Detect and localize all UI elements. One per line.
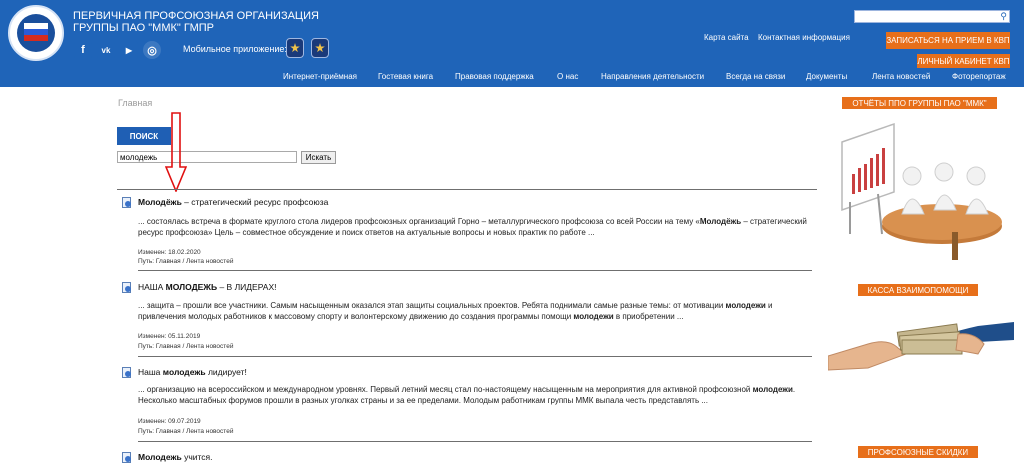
site-header: ПЕРВИЧНАЯ ПРОФСОЮЗНАЯ ОРГАНИЗАЦИЯ ГРУППЫ… <box>0 0 1024 87</box>
result-title-link[interactable]: Молодежь учится. <box>138 452 213 462</box>
nav-legal-support[interactable]: Правовая поддержка <box>455 72 534 81</box>
result-snippet: ... состоялась встреча в формате круглог… <box>138 217 807 237</box>
results-top-divider <box>117 189 817 190</box>
breadcrumb[interactable]: Главная <box>118 98 152 108</box>
nav-internet-reception[interactable]: Интернет-приёмная <box>283 72 357 81</box>
nav-guestbook[interactable]: Гостевая книга <box>378 72 433 81</box>
result-path[interactable]: Путь: Главная / Лента новостей <box>138 257 233 266</box>
nav-news-feed[interactable]: Лента новостей <box>872 72 930 81</box>
search-result-item: Наша молодежь лидирует! ... организацию … <box>121 367 821 439</box>
mobile-app-label: Мобильное приложение: <box>183 44 287 54</box>
youtube-icon[interactable]: ▶ <box>120 41 138 59</box>
search-result-item: Молодежь учится. <box>121 452 821 468</box>
document-icon <box>121 452 131 463</box>
star-icon <box>290 43 300 53</box>
reports-banner-label[interactable]: ОТЧЁТЫ ППО ГРУППЫ ПАО "ММК" <box>842 97 997 109</box>
result-divider <box>138 441 812 442</box>
search-heading-button[interactable]: ПОИСК <box>117 127 171 145</box>
org-title[interactable]: ПЕРВИЧНАЯ ПРОФСОЮЗНАЯ ОРГАНИЗАЦИЯ ГРУППЫ… <box>73 10 319 34</box>
result-divider <box>138 270 812 271</box>
org-title-line2: ГРУППЫ ПАО "ММК" ГМПР <box>73 22 214 34</box>
result-title-link[interactable]: Молодёжь – стратегический ресурс профсою… <box>138 197 328 207</box>
search-submit-button[interactable]: Искать <box>301 151 336 164</box>
result-changed-date: Изменен: 18.02.2020 <box>138 249 201 256</box>
appointment-button[interactable]: ЗАПИСАТЬСЯ НА ПРИЕМ В КВП <box>886 32 1010 49</box>
result-path[interactable]: Путь: Главная / Лента новостей <box>138 342 233 351</box>
mobile-app-icon-ios[interactable] <box>311 38 329 58</box>
discounts-banner-label[interactable]: ПРОФСОЮЗНЫЕ СКИДКИ <box>858 446 978 458</box>
union-logo[interactable] <box>8 5 64 61</box>
instagram-icon[interactable]: ◎ <box>143 41 161 59</box>
contacts-link[interactable]: Контактная информация <box>758 33 850 42</box>
result-title-link[interactable]: НАША МОЛОДЕЖЬ – В ЛИДЕРАХ! <box>138 282 277 292</box>
document-icon <box>121 282 131 293</box>
search-icon[interactable]: ⚲ <box>1000 11 1007 22</box>
result-divider <box>138 356 812 357</box>
kassa-banner-label[interactable]: КАССА ВЗАИМОПОМОЩИ <box>858 284 978 296</box>
mobile-app-icon-android[interactable] <box>286 38 304 58</box>
nav-about[interactable]: О нас <box>557 72 578 81</box>
nav-documents[interactable]: Документы <box>806 72 847 81</box>
nav-directions[interactable]: Направления деятельности <box>601 72 704 81</box>
site-search-input[interactable]: ⚲ <box>854 10 1010 23</box>
result-snippet: ... защита – прошли все участники. Самым… <box>138 301 773 321</box>
search-result-item: НАША МОЛОДЕЖЬ – В ЛИДЕРАХ! ... защита – … <box>121 282 821 354</box>
star-icon <box>315 43 325 53</box>
logo-flag <box>24 23 48 41</box>
result-changed-date: Изменен: 09.07.2019 <box>138 418 201 425</box>
nav-always-online[interactable]: Всегда на связи <box>726 72 785 81</box>
search-result-item: Молодёжь – стратегический ресурс профсою… <box>121 197 821 267</box>
reports-illustration[interactable] <box>832 114 1012 264</box>
money-handshake-illustration[interactable] <box>828 304 1014 374</box>
org-title-line1: ПЕРВИЧНАЯ ПРОФСОЮЗНАЯ ОРГАНИЗАЦИЯ <box>73 10 319 22</box>
red-arrow-annotation <box>165 112 187 192</box>
facebook-icon[interactable]: f <box>74 41 92 59</box>
document-icon <box>121 367 131 378</box>
vk-icon[interactable]: vk <box>97 41 115 59</box>
document-icon <box>121 197 131 208</box>
cabinet-button[interactable]: ЛИЧНЫЙ КАБИНЕТ КВП <box>917 54 1010 68</box>
result-changed-date: Изменен: 05.11.2019 <box>138 333 201 340</box>
nav-photo-report[interactable]: Фоторепортаж <box>952 72 1006 81</box>
result-title-link[interactable]: Наша молодежь лидирует! <box>138 367 247 377</box>
search-query-input[interactable] <box>117 151 297 163</box>
result-path[interactable]: Путь: Главная / Лента новостей <box>138 427 233 436</box>
sitemap-link[interactable]: Карта сайта <box>704 33 749 42</box>
result-snippet: ... организацию на всероссийском и между… <box>138 385 796 405</box>
social-links: f vk ▶ ◎ <box>74 41 161 59</box>
